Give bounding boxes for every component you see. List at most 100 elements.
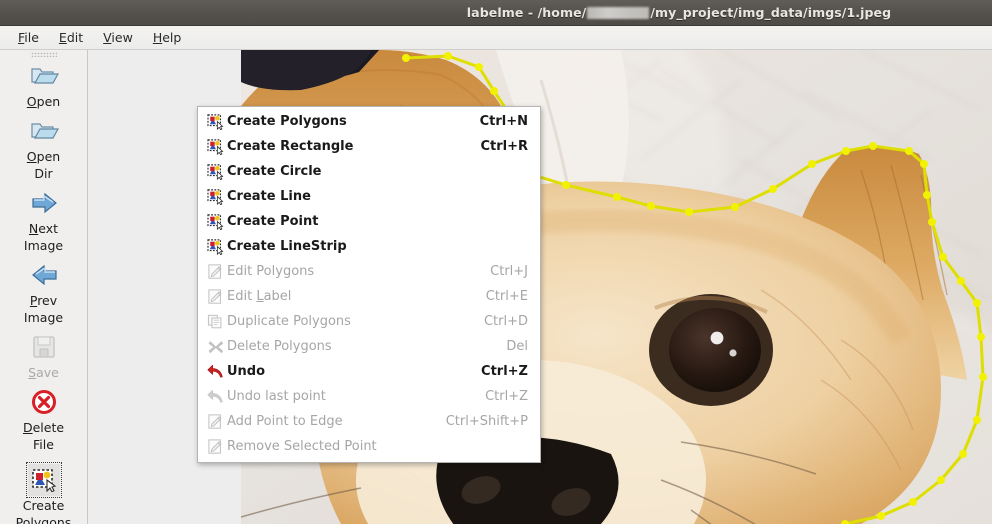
polygon-vertex[interactable] [647,202,655,210]
context-menu-item-shortcut: Ctrl+D [483,314,528,329]
polygon-vertex[interactable] [973,299,981,307]
context-menu-item-label: Add Point to Edge [227,414,343,429]
context-menu-item-label: Create Circle [227,164,322,179]
create-shape-icon [205,113,227,131]
left-toolbar: Open Open Dir Next Image Prev Image Save… [0,50,88,524]
edit-pencil-icon [205,263,227,281]
context-menu-item-shortcut: Ctrl+E [485,289,528,304]
context-menu-item-shortcut: Ctrl+R [480,139,528,154]
polygon-vertex[interactable] [905,147,913,155]
context-menu-item-shortcut: Ctrl+N [479,114,528,129]
edit-pencil-icon [205,438,227,456]
polygon-vertex[interactable] [613,193,621,201]
open-folder-icon [28,60,60,92]
context-menu-item-shortcut: Del [506,339,528,354]
delete-x-icon [28,386,60,418]
context-menu-item-add-point-to-edge: Add Point to Edge Ctrl+Shift+P [198,409,540,434]
polygon-vertex[interactable] [937,476,945,484]
context-menu-item-label: Create Rectangle [227,139,354,154]
polygon-vertex[interactable] [562,181,570,189]
polygon-vertex[interactable] [939,253,947,261]
polygon-vertex[interactable] [909,498,917,506]
polygon-vertex[interactable] [928,218,936,226]
toolbar-label-prev-image: Prev Image [23,293,64,325]
menu-view-label: iew [111,30,133,45]
menu-file-label: ile [24,30,39,45]
create-shape-icon [205,238,227,256]
context-menu-item-create-point[interactable]: Create Point [198,209,540,234]
polygon-vertex[interactable] [977,333,985,341]
menu-help-label: elp [162,30,182,45]
create-shape-icon [205,163,227,181]
toolbar-label-open: Open [26,94,61,109]
polygon-vertex[interactable] [475,63,483,71]
polygon-vertex[interactable] [842,147,850,155]
menu-file[interactable]: File [8,28,49,47]
polygon-vertex[interactable] [920,160,928,168]
context-menu-item-remove-selected-point: Remove Selected Point [198,434,540,459]
undo-arrow-icon [205,388,227,406]
polygon-vertex[interactable] [869,142,877,150]
toolbar-item-open-dir[interactable]: Open Dir [1,112,87,184]
menu-edit-mnemonic: E [58,30,67,45]
polygon-vertex[interactable] [490,87,498,95]
create-shape-icon [205,213,227,231]
toolbar-item-save[interactable]: Save [1,328,87,383]
polygon-vertex[interactable] [973,416,981,424]
context-menu-item-label: Duplicate Polygons [227,314,351,329]
menu-edit-label: dit [66,30,84,45]
context-menu-item-create-circle[interactable]: Create Circle [198,159,540,184]
polygon-vertex[interactable] [957,277,965,285]
polygon-vertex[interactable] [444,52,452,60]
toolbar-item-prev-image[interactable]: Prev Image [1,256,87,328]
delete-cross-icon [205,338,227,356]
context-menu-item-create-polygons[interactable]: Create Polygons Ctrl+N [198,109,540,134]
polygon-vertex[interactable] [402,54,410,62]
context-menu-item-shortcut: Ctrl+Z [485,389,528,404]
context-menu-item-create-linestrip[interactable]: Create LineStrip [198,234,540,259]
menu-edit[interactable]: Edit [49,28,93,47]
polygon-vertex[interactable] [808,160,816,168]
toolbar-label-delete-file: Delete File [22,420,65,452]
window-title: labelme - /home/ /my_project/img_data/im… [467,5,891,20]
context-menu-item-create-line[interactable]: Create Line [198,184,540,209]
title-bar: labelme - /home/ /my_project/img_data/im… [0,0,992,26]
arrow-left-icon [28,259,60,291]
open-dir-folder-icon [28,115,60,147]
context-menu-item-duplicate-polygons: Duplicate Polygons Ctrl+D [198,309,540,334]
polygon-vertex[interactable] [877,512,885,520]
floppy-save-icon [28,331,60,363]
redacted-username [587,6,650,19]
menu-view[interactable]: View [93,28,143,47]
context-menu-item-undo[interactable]: Undo Ctrl+Z [198,359,540,384]
context-menu[interactable]: Create Polygons Ctrl+N Create Rectangle Ct… [197,106,541,463]
create-polygon-icon [25,462,62,498]
menu-bar: File Edit View Help [0,26,992,50]
menu-help[interactable]: Help [143,28,192,47]
duplicate-icon [205,313,227,331]
edit-pencil-icon [205,413,227,431]
context-menu-item-label: Undo [227,364,266,379]
toolbar-item-open[interactable]: Open [1,57,87,112]
polygon-vertex[interactable] [979,373,987,381]
create-shape-icon [205,188,227,206]
context-menu-item-label: Undo last point [227,389,326,404]
toolbar-item-next-image[interactable]: Next Image [1,184,87,256]
arrow-right-icon [28,187,60,219]
context-menu-item-create-rectangle[interactable]: Create Rectangle Ctrl+R [198,134,540,159]
toolbar-item-delete-file[interactable]: Delete File [1,383,87,455]
polygon-vertex[interactable] [923,191,931,199]
context-menu-item-undo-last-point: Undo last point Ctrl+Z [198,384,540,409]
toolbar-label-create-polygons: Create Polygons [15,498,72,524]
polygon-vertex[interactable] [959,450,967,458]
toolbar-label-next-image: Next Image [23,221,64,253]
context-menu-item-label: Delete Polygons [227,339,332,354]
context-menu-item-label: Edit Polygons [227,264,315,279]
polygon-vertex[interactable] [685,208,693,216]
context-menu-item-label: Create Polygons [227,114,347,129]
toolbar-item-create-polygons[interactable]: Create Polygons [1,461,87,524]
polygon-vertex[interactable] [769,185,777,193]
labelme-window: labelme - /home/ /my_project/img_data/im… [0,0,992,524]
polygon-vertex[interactable] [731,203,739,211]
menu-help-mnemonic: H [152,30,163,45]
